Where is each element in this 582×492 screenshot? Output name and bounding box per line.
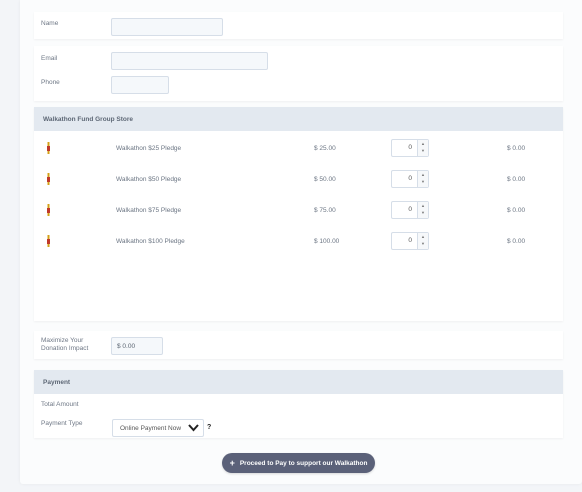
- name-label: Name: [41, 20, 59, 27]
- store-card: Walkathon Fund Group Store Walkathon $25…: [34, 107, 563, 321]
- product-row: Walkathon $100 Pledge $ 100.00 0 ▲ ▼ $ 0.…: [34, 232, 563, 252]
- proceed-button-label: Proceed to Pay to support our Walkathon: [239, 459, 368, 467]
- chevron-down-icon: [188, 424, 199, 432]
- plus-icon: +: [229, 458, 235, 468]
- quantity-stepper[interactable]: 0 ▲ ▼: [391, 139, 429, 157]
- stepper-buttons[interactable]: ▲ ▼: [417, 171, 428, 187]
- product-row: Walkathon $75 Pledge $ 75.00 0 ▲ ▼ $ 0.00: [34, 201, 563, 221]
- product-total: $ 0.00: [507, 176, 526, 183]
- total-amount-label: Total Amount: [41, 401, 79, 408]
- payment-card: Payment Total Amount Payment Type Online…: [34, 370, 563, 438]
- help-icon[interactable]: ?: [207, 424, 211, 431]
- stepper-buttons[interactable]: ▲ ▼: [417, 140, 428, 156]
- name-card: Name: [34, 12, 563, 39]
- product-price: $ 100.00: [314, 238, 340, 245]
- product-row: Walkathon $25 Pledge $ 25.00 0 ▲ ▼ $ 0.00: [34, 139, 563, 159]
- product-total: $ 0.00: [507, 238, 526, 245]
- product-name: Walkathon $25 Pledge: [116, 145, 182, 152]
- pledge-icon: [47, 235, 50, 247]
- email-input[interactable]: [111, 52, 268, 70]
- product-price: $ 50.00: [314, 176, 336, 183]
- donation-label: Maximize Your Donation Impact: [41, 337, 88, 353]
- product-total: $ 0.00: [507, 207, 526, 214]
- product-total: $ 0.00: [507, 145, 526, 152]
- product-name: Walkathon $100 Pledge: [116, 238, 185, 245]
- store-title: Walkathon Fund Group Store: [34, 107, 563, 131]
- donation-input[interactable]: $ 0.00: [111, 337, 163, 355]
- quantity-value: 0: [408, 175, 412, 182]
- product-price: $ 25.00: [314, 145, 336, 152]
- donation-label-line1: Maximize Your: [41, 337, 84, 344]
- pledge-icon: [47, 142, 50, 154]
- product-price: $ 75.00: [314, 207, 336, 214]
- donation-label-line2: Donation Impact: [41, 345, 89, 352]
- product-name: Walkathon $75 Pledge: [116, 207, 182, 214]
- payment-type-label: Payment Type: [41, 420, 83, 427]
- quantity-value: 0: [408, 144, 412, 151]
- quantity-stepper[interactable]: 0 ▲ ▼: [391, 232, 429, 250]
- donation-card: Maximize Your Donation Impact $ 0.00: [34, 331, 563, 359]
- payment-type-select[interactable]: Online Payment Now: [112, 419, 204, 437]
- product-name: Walkathon $50 Pledge: [116, 176, 182, 183]
- email-phone-card: Email Phone: [34, 46, 563, 101]
- email-label: Email: [41, 55, 58, 62]
- quantity-stepper[interactable]: 0 ▲ ▼: [391, 170, 429, 188]
- phone-input[interactable]: [111, 76, 169, 94]
- payment-title: Payment: [34, 370, 563, 394]
- quantity-value: 0: [408, 206, 412, 213]
- quantity-stepper[interactable]: 0 ▲ ▼: [391, 201, 429, 219]
- product-row: Walkathon $50 Pledge $ 50.00 0 ▲ ▼ $ 0.00: [34, 170, 563, 190]
- quantity-value: 0: [408, 237, 412, 244]
- pledge-icon: [47, 204, 50, 216]
- phone-label: Phone: [41, 79, 60, 86]
- proceed-to-pay-button[interactable]: + Proceed to Pay to support our Walkatho…: [222, 453, 375, 473]
- name-input[interactable]: [111, 18, 223, 36]
- payment-type-value: Online Payment Now: [120, 424, 182, 432]
- pledge-icon: [47, 173, 50, 185]
- stepper-buttons[interactable]: ▲ ▼: [417, 202, 428, 218]
- stepper-buttons[interactable]: ▲ ▼: [417, 233, 428, 249]
